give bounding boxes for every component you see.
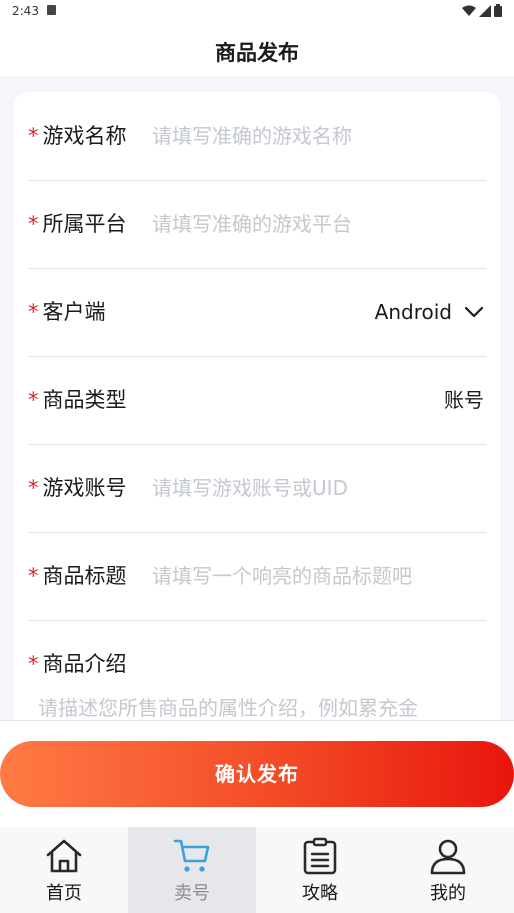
battery-icon [494,4,502,17]
required-mark: * [28,652,39,676]
required-mark: * [28,300,39,324]
required-mark: * [28,476,39,500]
game-account-input[interactable] [152,470,472,506]
tab-home-label: 首页 [46,883,82,904]
platform-row: * 所属平台 [28,180,486,269]
game-account-row: * 游戏账号 [28,444,486,533]
required-mark: * [28,388,39,412]
status-bar: 2:43 [0,0,514,24]
client-label-text: 客户端 [42,300,106,324]
product-title-label: * 商品标题 [28,532,127,620]
game-name-label-text: 游戏名称 [42,124,127,148]
tab-sell-account[interactable]: 卖号 [128,827,256,913]
required-mark: * [28,564,39,588]
submit-bar: 确认发布 [0,720,514,827]
confirm-publish-button[interactable]: 确认发布 [0,741,514,807]
clipboard-icon [303,837,337,875]
chevron-down-icon [464,306,484,318]
product-type-label: * 商品类型 [28,356,127,444]
tab-sell-account-label: 卖号 [174,883,210,904]
platform-label: * 所属平台 [28,180,127,268]
product-type-value: 账号 [444,388,484,412]
notification-icon [47,5,56,15]
tab-me[interactable]: 我的 [384,827,512,913]
description-label-text: 商品介绍 [42,652,127,676]
game-account-label: * 游戏账号 [28,444,127,532]
game-account-label-text: 游戏账号 [42,476,127,500]
signal-icon [479,4,491,17]
product-title-input[interactable] [152,558,472,594]
platform-input[interactable] [152,206,472,242]
page-title: 商品发布 [215,41,299,65]
status-icons [462,4,502,17]
status-time: 2:43 [12,4,39,18]
required-mark: * [28,212,39,236]
required-mark: * [28,124,39,148]
tab-guides[interactable]: 攻略 [256,827,384,913]
home-icon [46,839,82,873]
wifi-icon [462,5,476,16]
tab-home[interactable]: 首页 [0,827,128,913]
product-title-label-text: 商品标题 [42,564,127,588]
cart-icon [173,839,210,872]
user-icon [430,839,466,875]
product-title-row: * 商品标题 [28,532,486,621]
tab-bar: 首页 卖号 攻略 我的 [0,827,514,913]
tab-guides-label: 攻略 [302,883,338,904]
platform-label-text: 所属平台 [42,212,127,236]
product-type-row: * 商品类型 账号 [28,356,486,445]
game-name-row: * 游戏名称 [28,92,486,181]
description-row: * 商品介绍 [28,620,486,700]
description-label: * 商品介绍 [28,620,127,700]
page-header: 商品发布 [0,24,514,76]
game-name-input[interactable] [152,118,472,154]
client-row[interactable]: * 客户端 Android [28,268,486,357]
tab-me-label: 我的 [430,883,466,904]
client-select[interactable]: Android [375,268,484,356]
product-type-label-text: 商品类型 [42,388,127,412]
client-label: * 客户端 [28,268,106,356]
game-name-label: * 游戏名称 [28,92,127,180]
client-value: Android [374,300,452,324]
form-card: *游戏名称 *所属平台 *客户端 Android *商品类型 账号 *游戏账号 … [14,92,500,732]
